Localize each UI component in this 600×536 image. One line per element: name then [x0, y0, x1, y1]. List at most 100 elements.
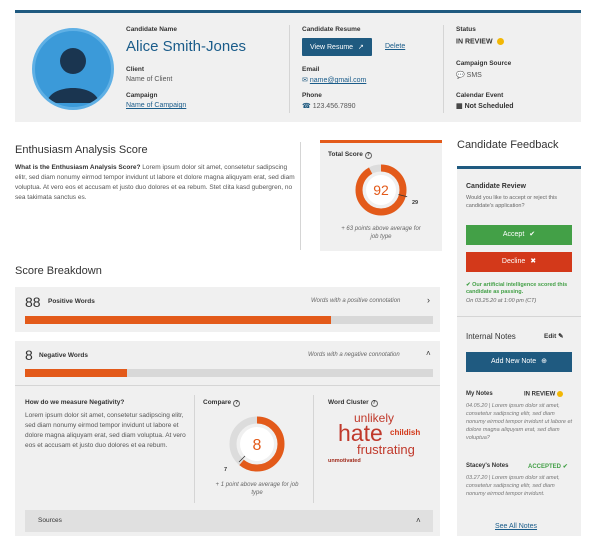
- external-link-icon: ↗: [358, 44, 364, 51]
- view-resume-button[interactable]: View Resume ↗: [302, 38, 372, 56]
- phone-icon: ☎: [302, 103, 311, 110]
- email-label: Email: [302, 66, 320, 73]
- email-link[interactable]: name@gmail.com: [310, 77, 367, 84]
- candidate-header-card: Candidate Name Alice Smith-Jones Client …: [15, 10, 581, 122]
- status-value: IN REVIEW: [456, 38, 493, 46]
- measure-text: Lorem ipsum dolor sit amet, consetetur s…: [25, 412, 186, 449]
- candidate-name: Alice Smith-Jones: [126, 38, 247, 55]
- positive-label: Positive Words: [48, 298, 95, 305]
- stacey-notes-status: ACCEPTED ✔: [528, 464, 568, 470]
- positive-hint: Words with a positive connotation: [311, 298, 401, 304]
- sources-accordion[interactable]: Sources ˄: [25, 510, 433, 532]
- feedback-title: Candidate Feedback: [457, 139, 559, 151]
- campaign-source-row: 💬 SMS: [456, 71, 482, 79]
- my-notes-label: My Notes: [466, 391, 493, 397]
- user-silhouette-icon: [47, 48, 99, 103]
- see-all-notes-link[interactable]: See All Notes: [495, 523, 537, 530]
- positive-bar: [25, 316, 433, 324]
- view-resume-label: View Resume: [310, 44, 354, 51]
- total-score-average: 29: [412, 200, 419, 206]
- resume-label: Candidate Resume: [302, 26, 361, 33]
- help-icon[interactable]: ?: [233, 400, 240, 407]
- calendar-event-value: Not Scheduled: [464, 103, 514, 110]
- add-note-label: Add New Note: [491, 358, 537, 365]
- phone-label: Phone: [302, 92, 322, 99]
- decline-button[interactable]: Decline ✖: [466, 252, 572, 272]
- help-icon[interactable]: ?: [364, 152, 372, 159]
- delete-link[interactable]: Delete: [385, 43, 405, 50]
- compare-gauge: 8: [229, 416, 285, 472]
- negative-bar-fill: [25, 369, 127, 377]
- total-score-gauge: 92: [355, 164, 408, 216]
- positive-words-row[interactable]: 88 Positive Words Words with a positive …: [15, 287, 440, 332]
- calendar-event-label: Calendar Event: [456, 92, 504, 99]
- compare-average: 7: [224, 467, 228, 473]
- check-circle-icon: ✔: [466, 282, 471, 288]
- accept-button[interactable]: Accept ✔: [466, 225, 572, 245]
- total-score-note: + 63 points above average for job type: [341, 226, 421, 240]
- cluster-word: frustrating: [357, 442, 415, 457]
- divider: [300, 142, 301, 250]
- clock-icon: [557, 391, 564, 397]
- enthusiasm-description: What is the Enthusiasm Analysis Score? L…: [15, 163, 297, 203]
- cluster-word: unmotivated: [328, 458, 361, 464]
- divider: [289, 25, 290, 113]
- calendar-event-row: ▦ Not Scheduled: [456, 102, 514, 110]
- divider: [443, 25, 444, 113]
- add-note-button[interactable]: Add New Note ⊕: [466, 352, 572, 372]
- campaign-source-label: Campaign Source: [456, 60, 512, 67]
- negative-count: 8: [25, 347, 33, 363]
- cluster-word: childish: [390, 428, 421, 437]
- internal-notes-title: Internal Notes: [466, 332, 516, 341]
- avatar: [32, 28, 114, 110]
- phone-row: ☎ 123.456.7890: [302, 102, 356, 110]
- check-circle-icon: ✔: [562, 464, 568, 470]
- check-icon: ✔: [529, 231, 536, 238]
- client-label: Client: [126, 66, 145, 73]
- word-cluster-label: Word Cluster ?: [328, 399, 378, 407]
- measure-title: How do we measure Negativity?: [25, 399, 125, 406]
- negative-hint: Words with a negative connotation: [308, 352, 400, 358]
- ai-note: ✔ Our artificial intelligence scored thi…: [466, 282, 568, 295]
- enthusiasm-title: Enthusiasm Analysis Score: [15, 144, 148, 156]
- client-value: Name of Client: [126, 76, 173, 83]
- negative-label: Negative Words: [39, 352, 89, 359]
- edit-notes-button[interactable]: Edit ✎: [544, 332, 564, 340]
- divider: [313, 395, 314, 503]
- help-icon[interactable]: ?: [370, 400, 378, 407]
- review-question: Would you like to accept or reject this …: [466, 195, 557, 209]
- my-notes-status: IN REVIEW: [524, 391, 564, 398]
- edit-icon: ✎: [558, 333, 564, 340]
- chevron-up-icon: ˄: [416, 516, 421, 525]
- chevron-right-icon[interactable]: ›: [427, 295, 430, 305]
- sources-label: Sources: [38, 517, 62, 524]
- phone-value: 123.456.7890: [312, 103, 356, 110]
- total-score-value: 92: [373, 182, 389, 198]
- stacey-notes-label: Stacey's Notes: [466, 463, 509, 469]
- decline-label: Decline: [501, 258, 526, 265]
- campaign-link[interactable]: Name of Campaign: [126, 102, 186, 109]
- chevron-up-icon[interactable]: ˄: [426, 349, 431, 358]
- compare-label: Compare ?: [203, 399, 240, 407]
- divider: [194, 395, 195, 503]
- status-badge: IN REVIEW: [456, 38, 504, 45]
- calendar-icon: ▦: [456, 103, 463, 110]
- envelope-icon: ✉: [302, 77, 308, 84]
- candidate-name-label: Candidate Name: [126, 26, 177, 33]
- email-row: ✉ name@gmail.com: [302, 76, 366, 84]
- negative-bar: [25, 369, 433, 377]
- review-title: Candidate Review: [466, 183, 526, 190]
- compare-note: + 1 point above average for job type: [215, 482, 299, 496]
- clock-icon: [496, 38, 504, 45]
- positive-count: 88: [25, 294, 41, 310]
- divider: [15, 385, 440, 386]
- total-score-label: Total Score ?: [328, 151, 372, 159]
- status-label: Status: [456, 26, 476, 33]
- stacey-notes-text: 03.27.20 | Lorem ipsum dolor sit amet, c…: [466, 475, 560, 497]
- compare-score: 8: [253, 437, 262, 454]
- feedback-card: Candidate Review Would you like to accep…: [457, 166, 581, 536]
- chat-icon: 💬: [456, 72, 465, 79]
- campaign-label: Campaign: [126, 92, 158, 99]
- accept-label: Accept: [502, 231, 525, 238]
- my-notes-text: 04.05.20 | Lorem ipsum dolor sit amet, c…: [466, 403, 573, 441]
